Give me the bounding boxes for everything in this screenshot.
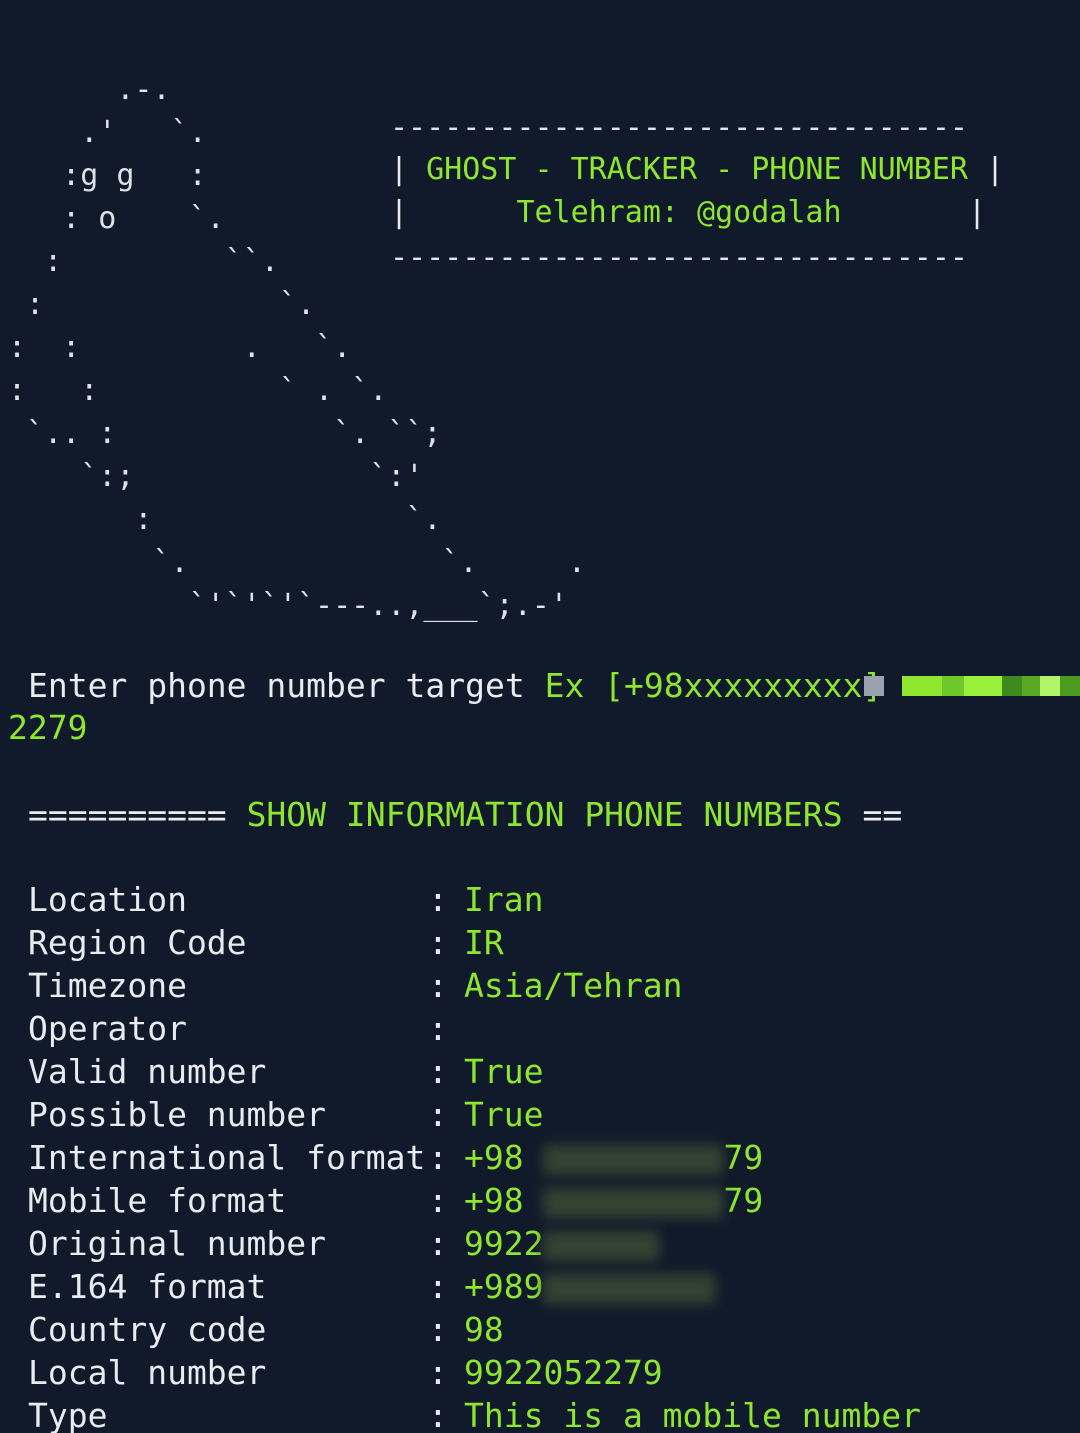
info-row-original-number: Original number:9922: [28, 1222, 1068, 1265]
info-separator: :: [428, 1396, 448, 1433]
info-row-local-number: Local number:9922052279: [28, 1351, 1068, 1394]
phone-input-value[interactable]: 2279: [8, 707, 87, 749]
info-label: E.164 format: [28, 1267, 267, 1306]
info-label: Original number: [28, 1224, 327, 1263]
info-label: Local number: [28, 1353, 267, 1392]
heading-rule-left: ==========: [28, 795, 227, 834]
info-label: Mobile format: [28, 1181, 287, 1220]
info-separator: :: [428, 1138, 448, 1177]
info-separator: :: [428, 1095, 448, 1134]
info-row-country-code: Country code:98: [28, 1308, 1068, 1351]
info-row-timezone: Timezone: Asia/Tehran: [28, 964, 1068, 1007]
info-value: True: [464, 1052, 544, 1091]
header-box-left-bar: |: [390, 195, 517, 230]
section-heading: ========== SHOW INFORMATION PHONE NUMBER…: [28, 793, 902, 837]
info-separator: :: [428, 1267, 448, 1306]
info-value: Asia/Tehran: [464, 966, 683, 1005]
heading-rule-right: ==: [862, 795, 903, 834]
info-label: Type: [28, 1396, 108, 1433]
info-value: Iran: [464, 880, 544, 919]
info-row-e164-format: E.164 format: +989: [28, 1265, 1068, 1308]
info-row-valid-number: Valid number: True: [28, 1050, 1068, 1093]
info-separator: :: [428, 1353, 448, 1392]
info-value-redacted: +98 79: [464, 1179, 763, 1222]
header-box-right-bar: |: [841, 195, 987, 230]
info-separator: :: [428, 923, 448, 962]
info-value: +989: [464, 1267, 544, 1306]
info-value: 9922052279: [464, 1353, 663, 1392]
info-value-tail: 79: [723, 1138, 764, 1177]
info-row-international-format: International format: +98 79: [28, 1136, 1068, 1179]
info-row-possible-number: Possible number: True: [28, 1093, 1068, 1136]
header-box-top-border: --------------------------------: [390, 110, 968, 145]
redaction-blur: [543, 1230, 660, 1261]
info-separator: :: [428, 966, 448, 1005]
redaction-pixel: [902, 676, 942, 696]
phone-info-list: Location: Iran Region Code: IR Timezone: As…: [28, 878, 1068, 1433]
info-row-location: Location: Iran: [28, 878, 1068, 921]
prompt-label: Enter phone number target: [28, 666, 525, 705]
info-value-redacted: +98 79: [464, 1136, 763, 1179]
header-box-title-row: | GHOST - TRACKER - PHONE NUMBER |: [390, 150, 1004, 190]
info-value-redacted: +989: [464, 1265, 716, 1308]
info-separator: :: [428, 880, 448, 919]
info-value: 98: [464, 1310, 504, 1349]
info-label: Possible number: [28, 1095, 327, 1134]
info-label: Operator: [28, 1009, 187, 1048]
info-row-mobile-format: Mobile format: +98 79: [28, 1179, 1068, 1222]
info-label: Region Code: [28, 923, 247, 962]
header-box-subtitle-row: | Telehram: @godalah |: [390, 193, 986, 233]
cursor-block: [864, 676, 884, 696]
info-value: IR: [464, 923, 504, 962]
info-value: +98: [464, 1181, 524, 1220]
redaction-pixel: [964, 676, 1002, 696]
info-value-redacted: 9922: [464, 1222, 660, 1265]
info-separator: :: [428, 1009, 448, 1048]
info-row-operator: Operator:: [28, 1007, 1068, 1050]
header-box-left-bar: |: [390, 152, 427, 187]
header-box-bottom-border: --------------------------------: [390, 240, 968, 275]
info-row-type: Type: This is a mobile number: [28, 1394, 1068, 1433]
info-value-tail: 79: [723, 1181, 764, 1220]
redaction-pixel: [1040, 676, 1060, 696]
redaction-pixel: [1002, 676, 1022, 696]
heading-title: SHOW INFORMATION PHONE NUMBERS: [246, 795, 843, 834]
redaction-pixel: [1060, 676, 1080, 696]
info-separator: :: [428, 1052, 448, 1091]
header-box-right-bar: |: [967, 152, 1005, 187]
info-separator: :: [428, 1224, 448, 1263]
redaction-pixel: [942, 676, 964, 696]
info-separator: :: [428, 1310, 448, 1349]
info-label: Valid number: [28, 1052, 267, 1091]
tool-title: GHOST - TRACKER - PHONE NUMBER: [426, 152, 968, 187]
tool-contact: Telehram: @godalah: [516, 195, 842, 230]
info-value: True: [464, 1095, 544, 1134]
info-separator: :: [428, 1181, 448, 1220]
redaction-blur: [543, 1273, 716, 1304]
redaction-blur: [543, 1187, 724, 1218]
redaction-blur: [543, 1144, 724, 1175]
info-value: This is a mobile number: [464, 1396, 921, 1433]
phone-input-prompt: Enter phone number target Ex [+98xxxxxxx…: [28, 664, 882, 708]
info-value: 9922: [464, 1224, 544, 1263]
prompt-example: Ex [+98xxxxxxxxx]: [544, 666, 883, 705]
info-label: Timezone: [28, 966, 187, 1005]
info-value: +98: [464, 1138, 524, 1177]
redaction-pixel: [1022, 676, 1040, 696]
info-label: International format: [28, 1138, 426, 1177]
redacted-pixel-strip: [864, 676, 1080, 696]
info-label: Location: [28, 880, 187, 919]
info-label: Country code: [28, 1310, 267, 1349]
info-row-region-code: Region Code: IR: [28, 921, 1068, 964]
redaction-gap: [884, 676, 902, 696]
